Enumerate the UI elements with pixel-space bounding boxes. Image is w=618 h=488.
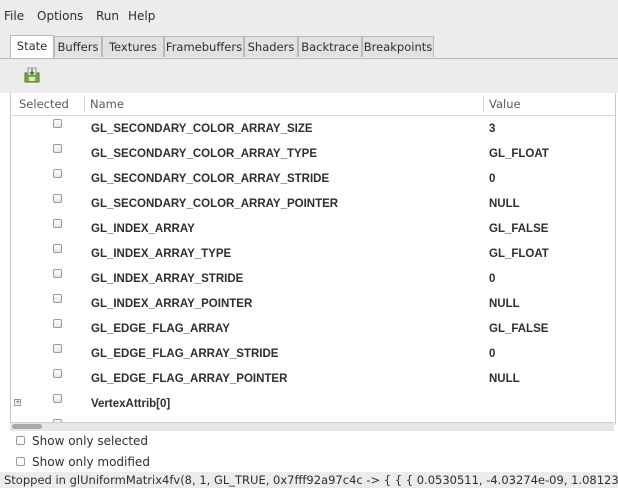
tab-shaders[interactable]: Shaders <box>244 36 298 57</box>
state-value: GL_FLOAT <box>489 248 549 260</box>
menu-options[interactable]: Options <box>37 9 83 23</box>
state-name: GL_EDGE_FLAG_ARRAY <box>91 323 230 335</box>
show-modified-checkbox[interactable] <box>16 457 25 466</box>
state-name: GL_EDGE_FLAG_ARRAY_POINTER <box>91 373 288 385</box>
state-value: 0 <box>489 348 496 360</box>
row-checkbox[interactable] <box>53 269 62 278</box>
toolbar <box>0 59 618 93</box>
state-value: NULL <box>489 298 520 310</box>
show-selected-checkbox[interactable] <box>16 436 25 445</box>
table-row[interactable]: + VertexAttrib[0] <box>11 392 615 417</box>
table-row[interactable]: GL_EDGE_FLAG_ARRAY GL_FALSE <box>11 317 615 342</box>
menu-file[interactable]: File <box>4 9 24 23</box>
state-value: GL_FLOAT <box>489 148 549 160</box>
status-text: Stopped in glUniformMatrix4fv(8, 1, GL_T… <box>4 473 618 487</box>
state-name: GL_SECONDARY_COLOR_ARRAY_STRIDE <box>91 173 330 185</box>
state-value: 0 <box>489 173 496 185</box>
row-checkbox[interactable] <box>53 369 62 378</box>
state-name: GL_INDEX_ARRAY_STRIDE <box>91 273 244 285</box>
table-row[interactable]: GL_SECONDARY_COLOR_ARRAY_POINTER NULL <box>11 192 615 217</box>
state-name: GL_EDGE_FLAG_ARRAY_STRIDE <box>91 348 279 360</box>
menu-help[interactable]: Help <box>128 9 155 23</box>
show-selected-label[interactable]: Show only selected <box>32 434 148 448</box>
header-selected[interactable]: Selected <box>19 97 69 111</box>
table-row[interactable]: GL_INDEX_ARRAY GL_FALSE <box>11 217 615 242</box>
state-name: VertexAttrib[0] <box>91 398 171 410</box>
header-separator <box>84 96 85 112</box>
state-name: GL_SECONDARY_COLOR_ARRAY_POINTER <box>91 198 339 210</box>
save-icon[interactable] <box>24 67 40 83</box>
row-checkbox[interactable] <box>53 319 62 328</box>
show-modified-label[interactable]: Show only modified <box>32 455 150 469</box>
tab-bar: State Buffers Textures Framebuffers Shad… <box>0 32 618 59</box>
row-checkbox[interactable] <box>53 144 62 153</box>
state-name: GL_INDEX_ARRAY <box>91 223 195 235</box>
state-name: GL_SECONDARY_COLOR_ARRAY_TYPE <box>91 148 318 160</box>
state-value: GL_FALSE <box>489 323 549 335</box>
header-value[interactable]: Value <box>489 97 521 111</box>
table-row[interactable]: GL_INDEX_ARRAY_STRIDE 0 <box>11 267 615 292</box>
table-row[interactable]: GL_INDEX_ARRAY_POINTER NULL <box>11 292 615 317</box>
row-checkbox[interactable] <box>53 194 62 203</box>
table-row[interactable]: GL_SECONDARY_COLOR_ARRAY_STRIDE 0 <box>11 167 615 192</box>
row-checkbox[interactable] <box>53 119 62 128</box>
table-header: Selected Name Value <box>11 93 615 116</box>
header-separator <box>483 96 484 112</box>
table-row[interactable]: GL_SECONDARY_COLOR_ARRAY_SIZE 3 <box>11 117 615 142</box>
tab-backtrace[interactable]: Backtrace <box>298 36 362 57</box>
table-row[interactable]: GL_EDGE_FLAG_ARRAY_POINTER NULL <box>11 367 615 392</box>
row-checkbox[interactable] <box>53 169 62 178</box>
state-value: NULL <box>489 198 520 210</box>
row-checkbox[interactable] <box>53 294 62 303</box>
table-row[interactable]: GL_SECONDARY_COLOR_ARRAY_TYPE GL_FLOAT <box>11 142 615 167</box>
tab-framebuffers[interactable]: Framebuffers <box>164 36 244 57</box>
row-checkbox[interactable] <box>53 344 62 353</box>
status-bar: Stopped in glUniformMatrix4fv(8, 1, GL_T… <box>0 472 618 488</box>
state-name: GL_SECONDARY_COLOR_ARRAY_SIZE <box>91 123 313 135</box>
state-name: GL_INDEX_ARRAY_POINTER <box>91 298 253 310</box>
tab-buffers[interactable]: Buffers <box>54 36 102 57</box>
menu-run[interactable]: Run <box>96 9 119 23</box>
tab-textures[interactable]: Textures <box>102 36 164 57</box>
header-name[interactable]: Name <box>90 97 124 111</box>
row-checkbox[interactable] <box>53 394 62 403</box>
state-value: NULL <box>489 373 520 385</box>
menubar: File Options Run Help <box>0 0 618 32</box>
row-checkbox[interactable] <box>53 244 62 253</box>
tab-breakpoints[interactable]: Breakpoints <box>362 36 434 57</box>
scrollbar-thumb[interactable] <box>12 424 42 429</box>
state-value: 0 <box>489 273 496 285</box>
table-row[interactable]: GL_EDGE_FLAG_ARRAY_STRIDE 0 <box>11 342 615 367</box>
state-value: GL_FALSE <box>489 223 549 235</box>
state-table: Selected Name Value GL_SECONDARY_COLOR_A… <box>10 93 616 425</box>
state-value: 3 <box>489 123 496 135</box>
table-row[interactable]: GL_INDEX_ARRAY_TYPE GL_FLOAT <box>11 242 615 267</box>
state-name: GL_INDEX_ARRAY_TYPE <box>91 248 232 260</box>
expand-icon[interactable]: + <box>14 399 21 406</box>
row-checkbox[interactable] <box>53 219 62 228</box>
tab-state[interactable]: State <box>10 35 54 58</box>
horizontal-scrollbar[interactable] <box>10 422 614 431</box>
